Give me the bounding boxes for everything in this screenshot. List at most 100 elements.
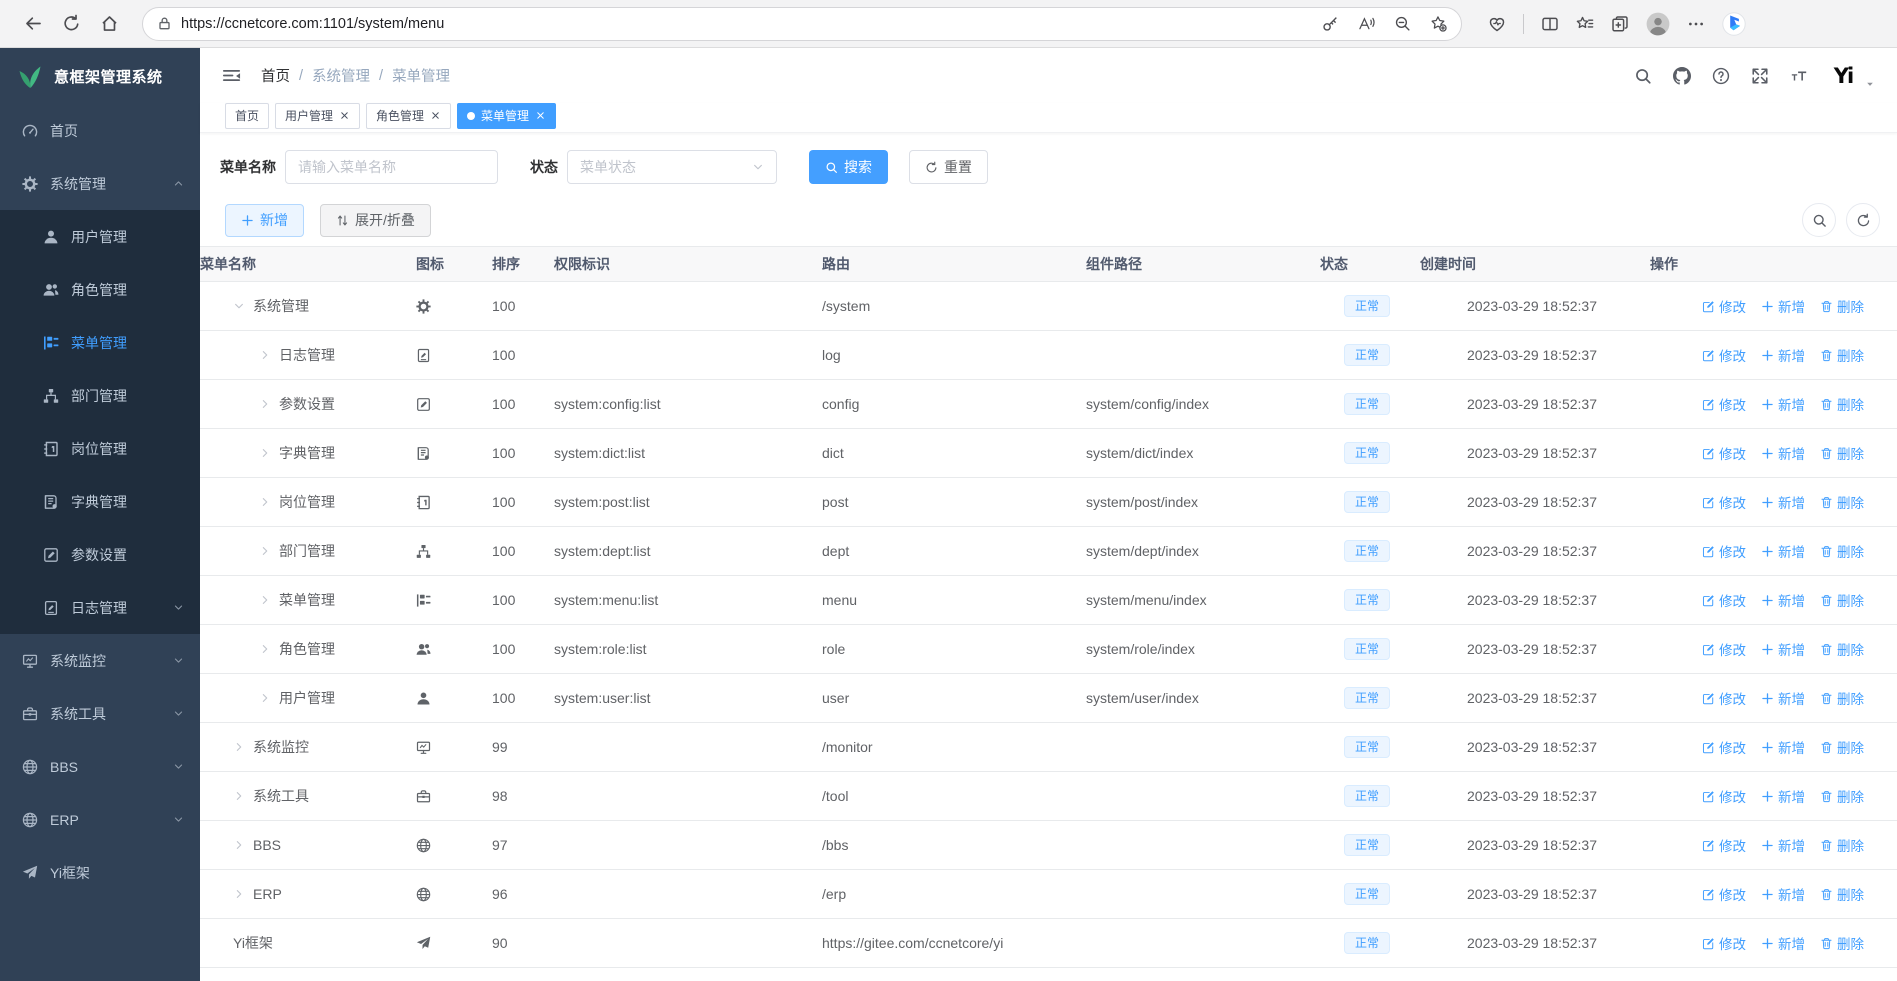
edit-row-button[interactable]: 修改 xyxy=(1702,835,1746,855)
delete-row-button[interactable]: 删除 xyxy=(1820,345,1864,365)
edit-row-button[interactable]: 修改 xyxy=(1702,443,1746,463)
sidebar-item[interactable]: 日志管理 xyxy=(0,581,200,634)
more-icon[interactable] xyxy=(1687,15,1705,33)
chevron-right-icon[interactable] xyxy=(259,398,271,410)
delete-row-button[interactable]: 删除 xyxy=(1820,884,1864,904)
add-button[interactable]: 新增 xyxy=(225,203,304,237)
browser-nav-button[interactable] xyxy=(54,7,88,41)
bing-icon[interactable] xyxy=(1722,11,1746,36)
split-screen-icon[interactable] xyxy=(1541,15,1559,33)
breadcrumb-item[interactable]: / 系统管理 xyxy=(299,65,370,86)
sidebar-item[interactable]: 首页 xyxy=(0,104,200,157)
delete-row-button[interactable]: 删除 xyxy=(1820,394,1864,414)
view-tab[interactable]: 首页 xyxy=(225,102,270,129)
show-search-button[interactable] xyxy=(1802,203,1836,237)
view-tab[interactable]: 角色管理 xyxy=(366,102,452,129)
search-button[interactable]: 搜索 xyxy=(809,150,888,184)
sidebar-item[interactable]: 系统工具 xyxy=(0,687,200,740)
edit-row-button[interactable]: 修改 xyxy=(1702,688,1746,708)
edit-row-button[interactable]: 修改 xyxy=(1702,933,1746,953)
edit-row-button[interactable]: 修改 xyxy=(1702,737,1746,757)
zoom-out-icon[interactable] xyxy=(1394,15,1411,32)
add-row-button[interactable]: 新增 xyxy=(1761,835,1805,855)
close-icon[interactable] xyxy=(339,110,350,121)
add-row-button[interactable]: 新增 xyxy=(1761,884,1805,904)
edit-row-button[interactable]: 修改 xyxy=(1702,296,1746,316)
add-row-button[interactable]: 新增 xyxy=(1761,933,1805,953)
sidebar-item[interactable]: 菜单管理 xyxy=(0,316,200,369)
chevron-right-icon[interactable] xyxy=(233,741,245,753)
add-row-button[interactable]: 新增 xyxy=(1761,639,1805,659)
add-row-button[interactable]: 新增 xyxy=(1761,492,1805,512)
add-row-button[interactable]: 新增 xyxy=(1761,443,1805,463)
edit-row-button[interactable]: 修改 xyxy=(1702,492,1746,512)
close-icon[interactable] xyxy=(535,110,546,121)
delete-row-button[interactable]: 删除 xyxy=(1820,296,1864,316)
add-row-button[interactable]: 新增 xyxy=(1761,786,1805,806)
expand-collapse-button[interactable]: 展开/折叠 xyxy=(320,203,431,237)
user-menu[interactable]: Yi xyxy=(1826,58,1875,93)
edit-row-button[interactable]: 修改 xyxy=(1702,786,1746,806)
sidebar-item[interactable]: 系统管理 xyxy=(0,157,200,210)
edit-row-button[interactable]: 修改 xyxy=(1702,345,1746,365)
chevron-down-icon[interactable] xyxy=(233,300,245,312)
breadcrumb-item[interactable]: / 菜单管理 xyxy=(379,65,450,86)
edit-row-button[interactable]: 修改 xyxy=(1702,884,1746,904)
delete-row-button[interactable]: 删除 xyxy=(1820,786,1864,806)
profile-icon[interactable] xyxy=(1646,12,1670,36)
delete-row-button[interactable]: 删除 xyxy=(1820,639,1864,659)
font-size-icon[interactable] xyxy=(1790,67,1808,85)
delete-row-button[interactable]: 删除 xyxy=(1820,737,1864,757)
sidebar-item[interactable]: 参数设置 xyxy=(0,528,200,581)
refresh-table-button[interactable] xyxy=(1846,203,1880,237)
status-select[interactable]: 菜单状态 xyxy=(567,150,777,184)
view-tab[interactable]: 用户管理 xyxy=(275,102,361,129)
search-icon[interactable] xyxy=(1634,67,1652,85)
sidebar-item[interactable]: 岗位管理 xyxy=(0,422,200,475)
delete-row-button[interactable]: 删除 xyxy=(1820,541,1864,561)
chevron-right-icon[interactable] xyxy=(259,643,271,655)
browser-nav-button[interactable] xyxy=(16,7,50,41)
collections-icon[interactable] xyxy=(1611,15,1629,33)
question-icon[interactable] xyxy=(1712,67,1730,85)
add-row-button[interactable]: 新增 xyxy=(1761,737,1805,757)
sidebar-item[interactable]: 部门管理 xyxy=(0,369,200,422)
close-icon[interactable] xyxy=(430,110,441,121)
app-logo[interactable]: 意框架管理系统 xyxy=(0,48,200,104)
delete-row-button[interactable]: 删除 xyxy=(1820,590,1864,610)
key-icon[interactable] xyxy=(1322,15,1339,32)
sidebar-item[interactable]: 角色管理 xyxy=(0,263,200,316)
edit-row-button[interactable]: 修改 xyxy=(1702,590,1746,610)
edit-row-button[interactable]: 修改 xyxy=(1702,541,1746,561)
add-row-button[interactable]: 新增 xyxy=(1761,345,1805,365)
sidebar-item[interactable]: 系统监控 xyxy=(0,634,200,687)
delete-row-button[interactable]: 删除 xyxy=(1820,688,1864,708)
chevron-right-icon[interactable] xyxy=(259,496,271,508)
chevron-right-icon[interactable] xyxy=(233,790,245,802)
chevron-right-icon[interactable] xyxy=(259,545,271,557)
add-row-button[interactable]: 新增 xyxy=(1761,394,1805,414)
delete-row-button[interactable]: 删除 xyxy=(1820,443,1864,463)
chevron-right-icon[interactable] xyxy=(259,349,271,361)
browser-essentials-icon[interactable] xyxy=(1488,15,1506,33)
fullscreen-icon[interactable] xyxy=(1751,67,1769,85)
github-icon[interactable] xyxy=(1673,66,1691,85)
add-favorite-icon[interactable] xyxy=(1430,15,1447,32)
add-row-button[interactable]: 新增 xyxy=(1761,688,1805,708)
chevron-right-icon[interactable] xyxy=(259,447,271,459)
reset-button[interactable]: 重置 xyxy=(909,150,988,184)
chevron-right-icon[interactable] xyxy=(259,594,271,606)
delete-row-button[interactable]: 删除 xyxy=(1820,933,1864,953)
sidebar-item[interactable]: Yi框架 xyxy=(0,846,200,899)
sidebar-item[interactable]: BBS xyxy=(0,740,200,793)
chevron-right-icon[interactable] xyxy=(233,839,245,851)
edit-row-button[interactable]: 修改 xyxy=(1702,394,1746,414)
add-row-button[interactable]: 新增 xyxy=(1761,296,1805,316)
menu-name-input[interactable] xyxy=(285,150,498,184)
sidebar-toggle-icon[interactable] xyxy=(222,66,241,85)
favorites-icon[interactable] xyxy=(1576,15,1594,33)
read-aloud-icon[interactable] xyxy=(1358,15,1375,32)
browser-nav-button[interactable] xyxy=(92,7,126,41)
sidebar-item[interactable]: 用户管理 xyxy=(0,210,200,263)
delete-row-button[interactable]: 删除 xyxy=(1820,492,1864,512)
